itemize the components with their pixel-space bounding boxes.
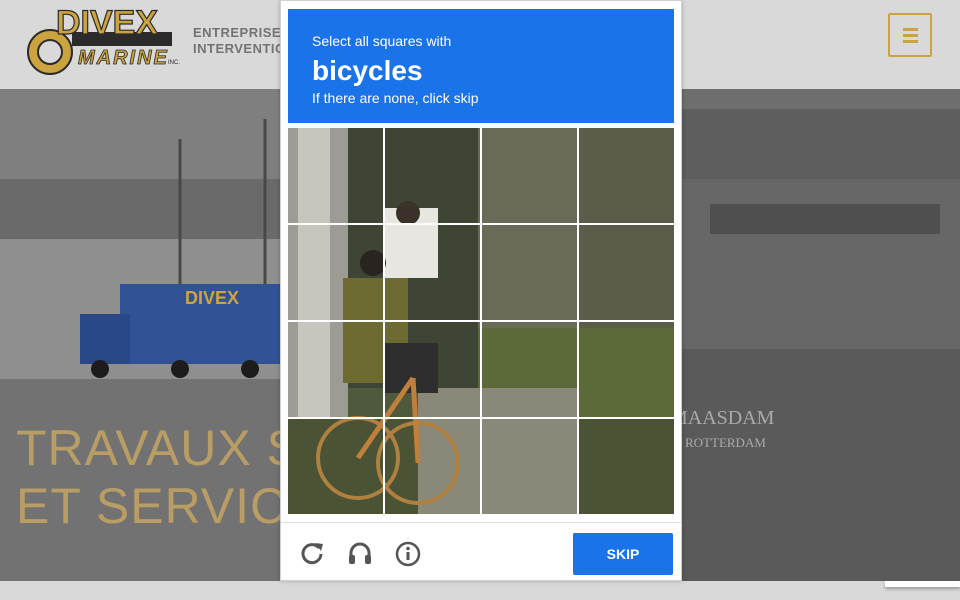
captcha-header: Select all squares with bicycles If ther…: [288, 9, 674, 123]
captcha-tile[interactable]: [288, 419, 383, 514]
captcha-tile[interactable]: [482, 225, 577, 320]
captcha-tile[interactable]: [385, 225, 480, 320]
skip-button[interactable]: SKIP: [573, 533, 673, 575]
captcha-tile[interactable]: [385, 419, 480, 514]
captcha-tile[interactable]: [579, 225, 674, 320]
captcha-target-word: bicycles: [312, 55, 423, 86]
captcha-instruction: Select all squares with: [312, 33, 452, 49]
page: DIVEX MARINE INC. ENTREPRISE INTERVENTIO: [0, 0, 960, 600]
captcha-tile[interactable]: [579, 419, 674, 514]
captcha-tile[interactable]: [482, 419, 577, 514]
captcha-tile[interactable]: [579, 322, 674, 417]
reload-icon[interactable]: [299, 541, 325, 567]
captcha-tile[interactable]: [288, 322, 383, 417]
captcha-tile[interactable]: [288, 128, 383, 223]
info-icon[interactable]: [395, 541, 421, 567]
audio-icon[interactable]: [347, 541, 373, 567]
corner-widget: [885, 581, 960, 587]
captcha-footer: SKIP: [281, 522, 681, 581]
captcha-tile[interactable]: [288, 225, 383, 320]
captcha-hint: If there are none, click skip: [312, 90, 479, 106]
captcha-tile[interactable]: [482, 128, 577, 223]
captcha-challenge: Select all squares with bicycles If ther…: [280, 0, 682, 581]
captcha-tile[interactable]: [385, 128, 480, 223]
captcha-image-grid: [288, 128, 674, 514]
captcha-tile[interactable]: [579, 128, 674, 223]
captcha-tile[interactable]: [482, 322, 577, 417]
captcha-tile[interactable]: [385, 322, 480, 417]
